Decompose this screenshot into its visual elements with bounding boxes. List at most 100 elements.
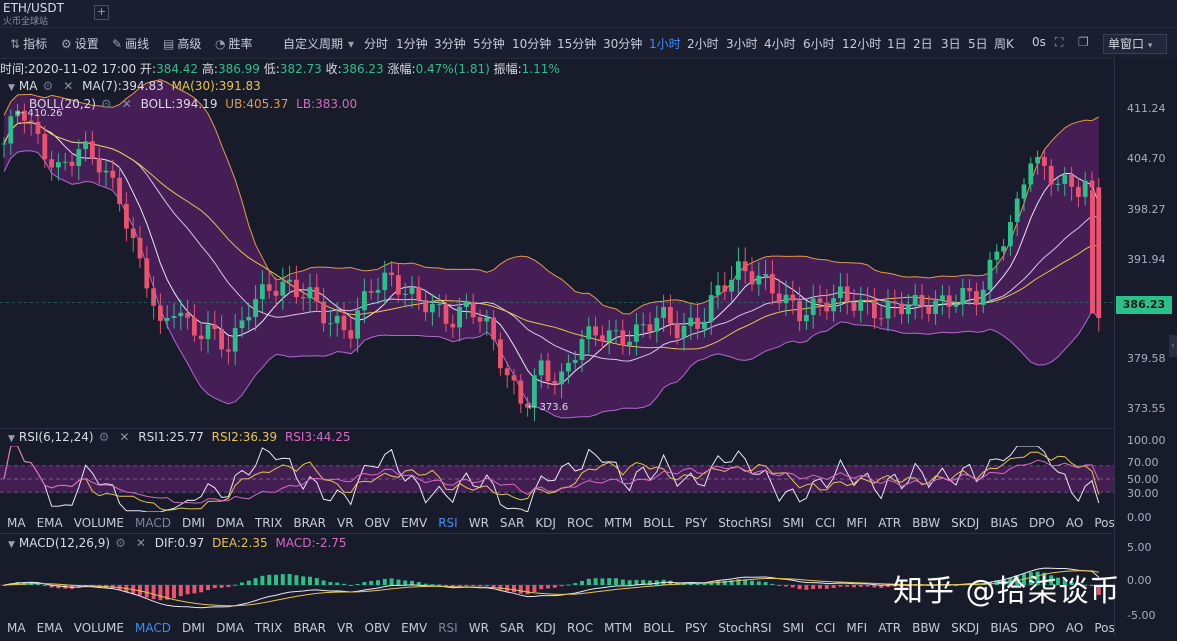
fullscreen-icon[interactable]: ⛶ [1055, 35, 1063, 50]
indicator-tab-skdj[interactable]: SKDJ [951, 516, 979, 530]
add-symbol-button[interactable]: + [94, 5, 109, 20]
custom-period-dropdown[interactable]: 自定义周期 ▾ [283, 35, 357, 52]
period-0[interactable]: 分时 [364, 35, 388, 52]
indicator-tab-cci[interactable]: CCI [815, 621, 835, 635]
indicator-tab-volume[interactable]: VOLUME [74, 516, 124, 530]
indicator-tab-wr[interactable]: WR [469, 516, 489, 530]
indicator-tab-ao[interactable]: AO [1066, 621, 1083, 635]
price-axis[interactable]: 411.24 404.70 398.27 391.94 379.58 373.55 100.… [1114, 58, 1177, 637]
indicator-tab-rsi[interactable]: RSI [438, 621, 458, 635]
indicator-tab-sar[interactable]: SAR [500, 516, 524, 530]
indicator-tab-smi[interactable]: SMI [783, 516, 805, 530]
indicator-tab-smi[interactable]: SMI [783, 621, 805, 635]
indicator-tab-vr[interactable]: VR [337, 516, 354, 530]
indicator-tab-mtm[interactable]: MTM [604, 516, 632, 530]
collapse-icon[interactable]: ▼ [8, 540, 15, 550]
close-icon[interactable]: ✕ [122, 97, 132, 111]
gear-icon[interactable]: ⚙ [99, 430, 110, 444]
period-2[interactable]: 3分钟 [434, 35, 466, 52]
indicator-tab-skdj[interactable]: SKDJ [951, 621, 979, 635]
indicator-tab-psy[interactable]: PSY [685, 621, 707, 635]
indicator-tab-mtm[interactable]: MTM [604, 621, 632, 635]
indicator-tab-emv[interactable]: EMV [401, 621, 427, 635]
indicator-tab-stochrsi[interactable]: StochRSI [718, 516, 771, 530]
indicator-tab-boll[interactable]: BOLL [643, 516, 674, 530]
window-mode-dropdown[interactable]: 单窗口 ▾ [1103, 34, 1167, 54]
indicator-tab-trix[interactable]: TRIX [255, 516, 282, 530]
period-7[interactable]: 1小时 [649, 35, 681, 52]
indicator-tab-emv[interactable]: EMV [401, 516, 427, 530]
indicator-tab-volume[interactable]: VOLUME [74, 621, 124, 635]
indicator-tab-macd[interactable]: MACD [135, 516, 171, 530]
winrate-button[interactable]: ◔ 胜率 [215, 35, 253, 52]
close-icon[interactable]: ✕ [63, 79, 73, 93]
period-9[interactable]: 3小时 [726, 35, 758, 52]
advanced-button[interactable]: ▤ 高级 [163, 35, 201, 52]
candlestick-chart[interactable] [0, 58, 1114, 428]
indicator-tab-ma[interactable]: MA [7, 516, 26, 530]
period-15[interactable]: 3日 [941, 35, 961, 52]
indicator-tab-bbw[interactable]: BBW [912, 621, 940, 635]
period-14[interactable]: 2日 [913, 35, 933, 52]
indicator-tab-ma[interactable]: MA [7, 621, 26, 635]
indicators-button[interactable]: ⇅ 指标 [10, 35, 47, 52]
indicator-tab-roc[interactable]: ROC [567, 621, 593, 635]
indicator-tab-atr[interactable]: ATR [878, 621, 901, 635]
period-6[interactable]: 30分钟 [603, 35, 642, 52]
period-4[interactable]: 10分钟 [512, 35, 551, 52]
indicator-tab-dmi[interactable]: DMI [182, 516, 205, 530]
period-17[interactable]: 周K [994, 35, 1014, 52]
indicator-tab-mfi[interactable]: MFI [846, 621, 867, 635]
indicator-tab-obv[interactable]: OBV [365, 621, 391, 635]
period-3[interactable]: 5分钟 [473, 35, 505, 52]
gear-icon[interactable]: ⚙ [115, 536, 126, 550]
period-11[interactable]: 6小时 [803, 35, 835, 52]
indicator-tab-bbw[interactable]: BBW [912, 516, 940, 530]
period-16[interactable]: 5日 [968, 35, 988, 52]
indicator-tab-dmi[interactable]: DMI [182, 621, 205, 635]
indicator-tab-mfi[interactable]: MFI [846, 516, 867, 530]
indicator-tab-trix[interactable]: TRIX [255, 621, 282, 635]
gear-icon[interactable]: ⚙ [42, 79, 53, 93]
indicator-tab-ema[interactable]: EMA [37, 516, 63, 530]
indicator-tab-stochrsi[interactable]: StochRSI [718, 621, 771, 635]
indicator-tab-boll[interactable]: BOLL [643, 621, 674, 635]
symbol-title[interactable]: ETH/USDT [3, 1, 64, 15]
indicator-tab-obv[interactable]: OBV [365, 516, 391, 530]
draw-button[interactable]: ✎ 画线 [112, 35, 149, 52]
side-panel-handle[interactable]: ‹ [1169, 335, 1177, 357]
indicator-tab-brar[interactable]: BRAR [293, 621, 326, 635]
indicator-tab-brar[interactable]: BRAR [293, 516, 326, 530]
indicator-tab-vr[interactable]: VR [337, 621, 354, 635]
close-icon[interactable]: ✕ [136, 536, 146, 550]
indicator-tab-cci[interactable]: CCI [815, 516, 835, 530]
indicator-tab-psy[interactable]: PSY [685, 516, 707, 530]
indicator-tab-kdj[interactable]: KDJ [535, 516, 556, 530]
indicator-tab-dpo[interactable]: DPO [1029, 516, 1055, 530]
indicator-tab-roc[interactable]: ROC [567, 516, 593, 530]
indicator-tab-ema[interactable]: EMA [37, 621, 63, 635]
settings-button[interactable]: ⚙ 设置 [61, 35, 99, 52]
indicator-tab-sar[interactable]: SAR [500, 621, 524, 635]
indicator-tab-rsi[interactable]: RSI [438, 516, 458, 530]
indicator-tab-bias[interactable]: BIAS [990, 621, 1018, 635]
rsi-chart[interactable] [0, 446, 1114, 512]
popout-icon[interactable]: ❐ [1078, 35, 1089, 49]
indicator-tab-macd[interactable]: MACD [135, 621, 171, 635]
indicator-tab-atr[interactable]: ATR [878, 516, 901, 530]
indicator-tab-wr[interactable]: WR [469, 621, 489, 635]
period-12[interactable]: 12小时 [842, 35, 881, 52]
gear-icon[interactable]: ⚙ [101, 97, 112, 111]
period-8[interactable]: 2小时 [687, 35, 719, 52]
indicator-tab-dma[interactable]: DMA [216, 621, 244, 635]
period-13[interactable]: 1日 [887, 35, 907, 52]
collapse-icon[interactable]: ▼ [8, 83, 15, 93]
collapse-icon[interactable]: ▼ [8, 434, 15, 444]
close-icon[interactable]: ✕ [119, 430, 129, 444]
period-5[interactable]: 15分钟 [557, 35, 596, 52]
period-1[interactable]: 1分钟 [396, 35, 428, 52]
indicator-tab-dpo[interactable]: DPO [1029, 621, 1055, 635]
indicator-tab-ao[interactable]: AO [1066, 516, 1083, 530]
indicator-tab-bias[interactable]: BIAS [990, 516, 1018, 530]
indicator-tab-kdj[interactable]: KDJ [535, 621, 556, 635]
